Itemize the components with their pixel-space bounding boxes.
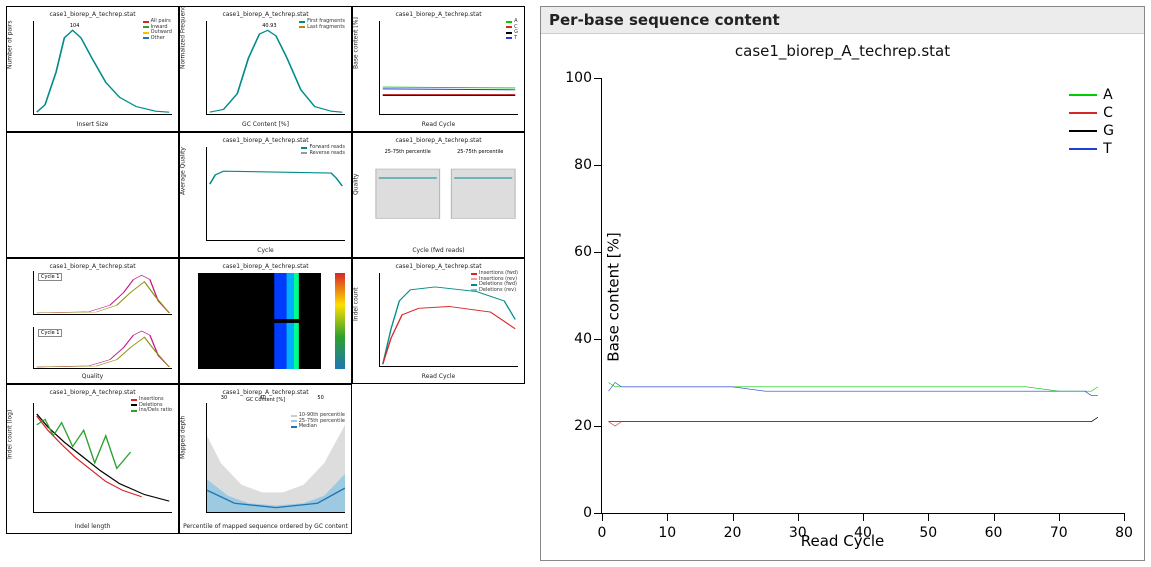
- thumb-heatmap[interactable]: case1_biorep_A_techrep.stat: [179, 258, 352, 384]
- thumb-empty: [352, 384, 525, 534]
- legend-label: A: [1103, 87, 1113, 103]
- x-axis-label: Read Cycle: [541, 532, 1144, 550]
- thumb-xlabel: Cycle: [180, 247, 351, 254]
- thumb-title: case1_biorep_A_techrep.stat: [353, 11, 524, 18]
- thumb-gc-content[interactable]: case1_biorep_A_techrep.stat First fragme…: [179, 6, 352, 132]
- thumb-xlabel: Insert Size: [7, 121, 178, 128]
- thumb-xlabel: Quality: [7, 373, 178, 380]
- thumb-xlabel: Percentile of mapped sequence ordered by…: [180, 523, 351, 530]
- thumb-title: case1_biorep_A_techrep.stat: [353, 137, 524, 144]
- thumb-ylabel: Average Quality: [180, 147, 187, 195]
- thumb-insert-size[interactable]: case1_biorep_A_techrep.stat All pairs In…: [6, 6, 179, 132]
- thumb-ylabel: Normalized Frequency: [180, 6, 187, 69]
- chart-title: case1_biorep_A_techrep.stat: [541, 42, 1144, 60]
- chart-legend: ACGT: [1069, 86, 1114, 158]
- thumb-title: case1_biorep_A_techrep.stat: [180, 137, 351, 144]
- y-tick-label: 40: [556, 331, 592, 347]
- legend-item: G: [1069, 122, 1114, 140]
- thumb-ylabel: Indel count (log): [7, 410, 14, 459]
- thumb-ylabel: Quality: [353, 174, 360, 195]
- thumb-plot-top: Cycle 1: [33, 271, 172, 315]
- legend-label: T: [1103, 141, 1112, 157]
- thumb-avg-quality[interactable]: case1_biorep_A_techrep.stat Forward read…: [179, 132, 352, 258]
- thumb-plot-bot: Cycle 1: [33, 327, 172, 369]
- thumb-ylabel: Base content [%]: [353, 17, 360, 69]
- thumb-xlabel: Cycle (fwd reads): [353, 247, 524, 254]
- thumb-title: case1_biorep_A_techrep.stat: [180, 263, 351, 270]
- legend-item: A: [1069, 86, 1114, 104]
- thumb-indel-cycle[interactable]: case1_biorep_A_techrep.stat Insertions (…: [352, 258, 525, 384]
- thumb-xlabel: Read Cycle: [353, 121, 524, 128]
- thumb-quality-by-cycle[interactable]: case1_biorep_A_techrep.stat 25-75th perc…: [352, 132, 525, 258]
- legend-label: G: [1103, 123, 1114, 139]
- thumb-row: case1_biorep_A_techrep.stat All pairs In…: [6, 6, 526, 132]
- colorbar: [335, 273, 345, 369]
- thumb-row: case1_biorep_A_techrep.stat Forward read…: [6, 132, 526, 258]
- thumb-quality-hist[interactable]: case1_biorep_A_techrep.stat Cycle 1 Cycl…: [6, 258, 179, 384]
- detail-plot: case1_biorep_A_techrep.stat 020406080100…: [541, 34, 1144, 560]
- thumb-plot: 25-75th percentile 25-75th percentile: [373, 151, 518, 241]
- thumb-row: case1_biorep_A_techrep.stat Insertions D…: [6, 384, 526, 534]
- y-tick-label: 80: [556, 157, 592, 173]
- thumb-ylabel: Mapped depth: [180, 416, 187, 459]
- thumb-ylabel: Number of pairs: [7, 21, 14, 69]
- thumb-title: case1_biorep_A_techrep.stat: [7, 11, 178, 18]
- thumb-plot: 40.93: [206, 21, 345, 115]
- panel-title: Per-base sequence content: [541, 7, 1144, 34]
- legend-label: C: [1103, 105, 1113, 121]
- y-tick-label: 100: [556, 70, 592, 86]
- legend-item: T: [1069, 140, 1114, 158]
- thumb-ylabel: Indel count: [353, 287, 360, 321]
- y-tick-label: 0: [556, 505, 592, 521]
- thumb-plot: [206, 147, 345, 241]
- thumb-plot: 104: [33, 21, 172, 115]
- thumb-empty: [6, 132, 179, 258]
- y-axis-label: Base content [%]: [605, 232, 623, 361]
- y-tick-label: 60: [556, 244, 592, 260]
- peak-label: 40.93: [262, 23, 276, 29]
- detail-panel: Per-base sequence content case1_biorep_A…: [540, 6, 1145, 561]
- thumb-indel-length[interactable]: case1_biorep_A_techrep.stat Insertions D…: [6, 384, 179, 534]
- thumb-xlabel: GC Content [%]: [180, 121, 351, 128]
- thumb-gc-depth[interactable]: case1_biorep_A_techrep.stat GC Content […: [179, 384, 352, 534]
- peak-label: 104: [70, 23, 80, 29]
- thumb-plot: [379, 21, 518, 115]
- heatmap-area: [198, 273, 321, 369]
- thumb-plot: [33, 403, 172, 513]
- thumb-row: case1_biorep_A_techrep.stat Cycle 1 Cycl…: [6, 258, 526, 384]
- chart-axes: 02040608010001020304050607080: [601, 78, 1124, 514]
- thumbnail-grid: case1_biorep_A_techrep.stat All pairs In…: [6, 6, 526, 561]
- thumb-title: case1_biorep_A_techrep.stat: [7, 389, 178, 396]
- thumb-title: case1_biorep_A_techrep.stat: [7, 263, 178, 270]
- thumb-per-base-content[interactable]: case1_biorep_A_techrep.stat A C G T Base…: [352, 6, 525, 132]
- legend-item: C: [1069, 104, 1114, 122]
- thumb-xlabel: Read Cycle: [353, 373, 524, 380]
- thumb-plot: 30 40 50: [206, 403, 345, 513]
- thumb-title: case1_biorep_A_techrep.stat: [180, 11, 351, 18]
- thumb-xlabel: Indel length: [7, 523, 178, 530]
- y-tick-label: 20: [556, 418, 592, 434]
- thumb-plot: [379, 273, 518, 367]
- thumb-title: case1_biorep_A_techrep.stat: [353, 263, 524, 270]
